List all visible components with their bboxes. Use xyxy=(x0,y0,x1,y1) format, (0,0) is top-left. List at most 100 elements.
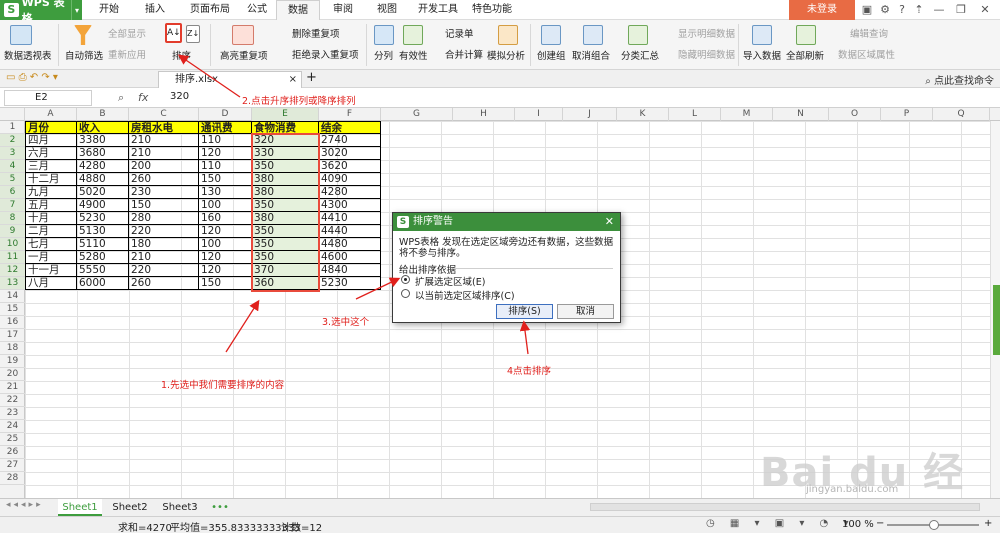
column-header[interactable]: C xyxy=(129,108,199,121)
column-header[interactable]: J xyxy=(563,108,617,121)
balance-cell[interactable]: 4440 xyxy=(319,225,381,238)
split-column-button[interactable]: 分列 xyxy=(374,48,393,62)
row-header[interactable]: 7 xyxy=(0,199,25,212)
tab-special[interactable]: 特色功能 xyxy=(468,0,516,20)
refresh-all-button[interactable]: 全部刷新 xyxy=(786,48,824,62)
balance-cell[interactable]: 4840 xyxy=(319,264,381,277)
income-cell[interactable]: 5230 xyxy=(77,212,129,225)
cancel-button[interactable]: 取消 xyxy=(557,304,614,319)
table-header-cell[interactable]: 通讯费 xyxy=(199,121,252,134)
row-header[interactable]: 2 xyxy=(0,134,25,147)
income-cell[interactable]: 3380 xyxy=(77,134,129,147)
delete-duplicates-button[interactable]: 删除重复项 xyxy=(292,26,340,40)
balance-cell[interactable]: 5230 xyxy=(319,277,381,290)
row-header[interactable]: 4 xyxy=(0,160,25,173)
telecom-cell[interactable]: 120 xyxy=(199,225,252,238)
close-tab-icon[interactable]: × xyxy=(289,72,297,88)
telecom-cell[interactable]: 120 xyxy=(199,251,252,264)
subtotal-button[interactable]: 分类汇总 xyxy=(621,48,659,62)
side-panel-handle[interactable] xyxy=(993,285,1000,355)
row-header[interactable]: 11 xyxy=(0,251,25,264)
consolidate-button[interactable]: 合并计算 xyxy=(445,47,483,61)
food-cell[interactable]: 360 xyxy=(252,277,319,290)
telecom-cell[interactable]: 160 xyxy=(199,212,252,225)
tab-insert[interactable]: 插入 xyxy=(138,0,172,20)
select-all-corner[interactable] xyxy=(0,108,25,121)
row-header[interactable]: 18 xyxy=(0,342,25,355)
rent-cell[interactable]: 180 xyxy=(129,238,199,251)
column-header[interactable]: A xyxy=(25,108,77,121)
column-header[interactable]: G xyxy=(381,108,453,121)
income-cell[interactable]: 5110 xyxy=(77,238,129,251)
import-data-button[interactable]: 导入数据 xyxy=(743,48,781,62)
income-cell[interactable]: 5280 xyxy=(77,251,129,264)
rent-cell[interactable]: 280 xyxy=(129,212,199,225)
document-tab[interactable]: 排序.xlsx × xyxy=(158,71,302,88)
month-cell[interactable]: 六月 xyxy=(25,147,77,160)
show-all-button[interactable]: 全部显示 xyxy=(108,26,146,40)
month-cell[interactable]: 八月 xyxy=(25,277,77,290)
balance-cell[interactable]: 4410 xyxy=(319,212,381,225)
login-button[interactable]: 未登录 xyxy=(789,0,855,20)
column-header[interactable]: N xyxy=(773,108,829,121)
month-cell[interactable]: 十一月 xyxy=(25,264,77,277)
table-header-cell[interactable]: 结余 xyxy=(319,121,381,134)
rent-cell[interactable]: 230 xyxy=(129,186,199,199)
function-icon[interactable]: fx xyxy=(138,91,148,104)
hide-detail-button[interactable]: 隐藏明细数据 xyxy=(678,47,735,61)
telecom-cell[interactable]: 120 xyxy=(199,147,252,160)
rent-cell[interactable]: 220 xyxy=(129,264,199,277)
balance-cell[interactable]: 2740 xyxy=(319,134,381,147)
restore-icon[interactable]: ❐ xyxy=(952,0,970,20)
autofilter-button[interactable]: 自动筛选 xyxy=(65,48,103,62)
formula-input[interactable]: 320 xyxy=(170,91,189,102)
tab-view[interactable]: 视图 xyxy=(370,0,404,20)
row-header[interactable]: 20 xyxy=(0,368,25,381)
month-cell[interactable]: 三月 xyxy=(25,160,77,173)
row-header[interactable]: 23 xyxy=(0,407,25,420)
balance-cell[interactable]: 4280 xyxy=(319,186,381,199)
row-header[interactable]: 1 xyxy=(0,121,25,134)
sort-descending-icon[interactable]: Z↓ xyxy=(186,25,200,43)
column-header[interactable]: P xyxy=(881,108,933,121)
balance-cell[interactable]: 4300 xyxy=(319,199,381,212)
row-header[interactable]: 16 xyxy=(0,316,25,329)
what-if-analysis-button[interactable]: 模拟分析 xyxy=(487,48,525,62)
highlight-duplicates-button[interactable]: 高亮重复项 xyxy=(220,48,268,62)
food-cell[interactable]: 350 xyxy=(252,160,319,173)
zoom-out-icon[interactable]: − xyxy=(876,518,884,529)
row-header[interactable]: 28 xyxy=(0,472,25,485)
tab-formula[interactable]: 公式 xyxy=(240,0,274,20)
column-header[interactable]: O xyxy=(829,108,881,121)
sort-confirm-button[interactable]: 排序(S) xyxy=(496,304,553,319)
telecom-cell[interactable]: 150 xyxy=(199,173,252,186)
pivot-table-button[interactable]: 数据透视表 xyxy=(4,48,52,62)
food-cell[interactable]: 350 xyxy=(252,238,319,251)
horizontal-scrollbar[interactable] xyxy=(590,503,980,511)
column-header[interactable]: B xyxy=(77,108,129,121)
collapse-ribbon-icon[interactable]: ⇡ xyxy=(910,0,928,20)
create-group-button[interactable]: 创建组 xyxy=(537,48,566,62)
month-cell[interactable]: 七月 xyxy=(25,238,77,251)
income-cell[interactable]: 4280 xyxy=(77,160,129,173)
food-cell[interactable]: 380 xyxy=(252,173,319,186)
row-header[interactable]: 10 xyxy=(0,238,25,251)
row-header[interactable]: 6 xyxy=(0,186,25,199)
income-cell[interactable]: 5020 xyxy=(77,186,129,199)
telecom-cell[interactable]: 120 xyxy=(199,264,252,277)
month-cell[interactable]: 四月 xyxy=(25,134,77,147)
rent-cell[interactable]: 260 xyxy=(129,277,199,290)
reapply-button[interactable]: 重新应用 xyxy=(108,47,146,61)
row-header[interactable]: 5 xyxy=(0,173,25,186)
food-cell[interactable]: 320 xyxy=(252,134,319,147)
row-header[interactable]: 9 xyxy=(0,225,25,238)
balance-cell[interactable]: 4480 xyxy=(319,238,381,251)
balance-cell[interactable]: 4600 xyxy=(319,251,381,264)
column-header[interactable]: H xyxy=(453,108,515,121)
tab-home[interactable]: 开始 xyxy=(92,0,126,20)
app-menu-button[interactable]: S WPS 表格 ▾ xyxy=(0,0,82,25)
column-header[interactable]: F xyxy=(319,108,381,121)
zoom-slider-thumb[interactable] xyxy=(929,520,939,530)
food-cell[interactable]: 350 xyxy=(252,199,319,212)
balance-cell[interactable]: 4090 xyxy=(319,173,381,186)
